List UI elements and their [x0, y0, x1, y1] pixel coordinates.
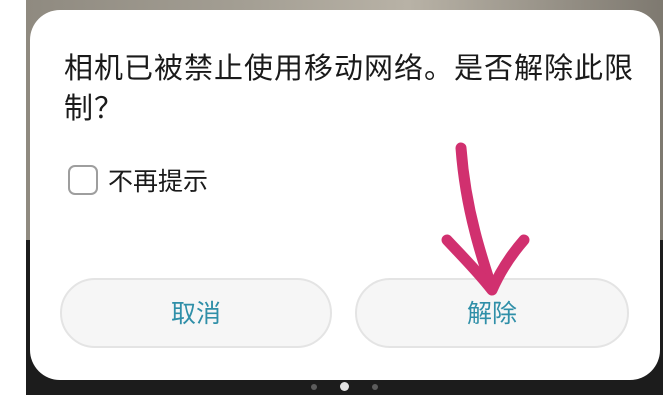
mobile-data-dialog: 相机已被禁止使用移动网络。是否解除此限制？ 不再提示 取消 解除 — [30, 10, 660, 380]
page-dot-active — [340, 382, 349, 391]
page-indicator — [300, 381, 390, 393]
dialog-message: 相机已被禁止使用移动网络。是否解除此限制？ — [64, 51, 635, 125]
screen: 相机已被禁止使用移动网络。是否解除此限制？ 不再提示 取消 解除 — [0, 0, 672, 395]
dont-show-again-option[interactable]: 不再提示 — [68, 160, 208, 200]
confirm-button[interactable]: 解除 — [355, 278, 629, 348]
dont-show-again-checkbox[interactable] — [68, 165, 98, 195]
page-dot — [311, 384, 317, 390]
cancel-button[interactable]: 取消 — [60, 278, 332, 348]
dont-show-again-label: 不再提示 — [108, 167, 209, 196]
page-dot — [372, 384, 378, 390]
